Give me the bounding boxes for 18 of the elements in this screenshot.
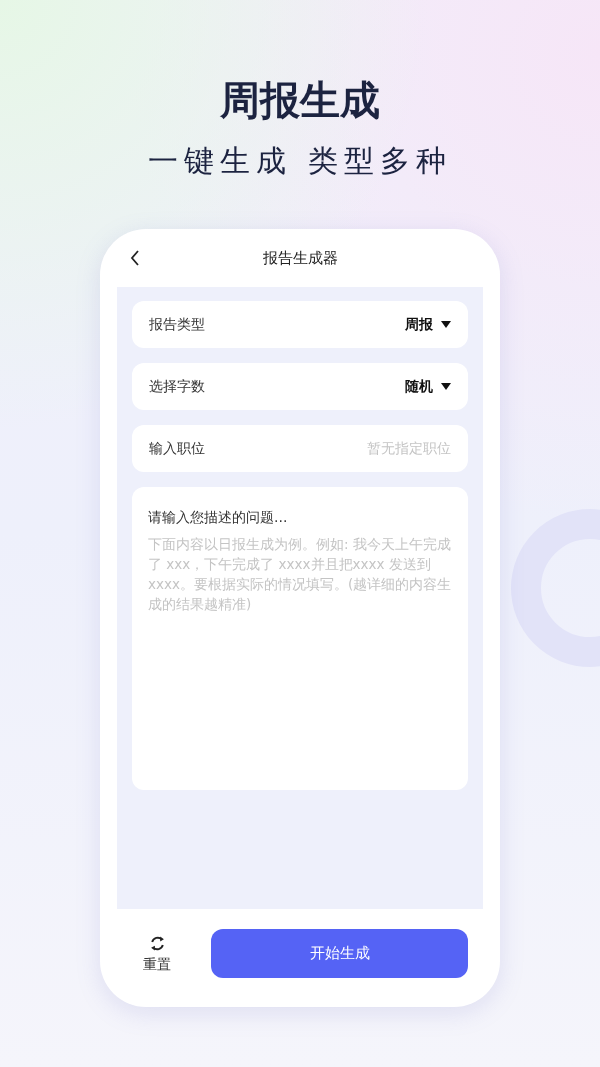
- select-value: 随机: [405, 377, 433, 396]
- subtitle: 一键生成 类型多种: [148, 146, 452, 176]
- description-label: 请输入您描述的问题...: [148, 508, 289, 527]
- field-label: 报告类型: [149, 315, 205, 334]
- headline: 周报生成: [220, 80, 380, 120]
- field-label: 选择字数: [149, 377, 205, 396]
- start-button[interactable]: 开始生成: [211, 929, 468, 978]
- dropdown-icon: [441, 383, 451, 390]
- select-field[interactable]: 报告类型 周报: [132, 301, 468, 348]
- field-label: 输入职位: [149, 439, 205, 458]
- dropdown-icon: [441, 321, 451, 328]
- refresh-icon: [148, 934, 166, 952]
- back-icon[interactable]: [130, 250, 140, 266]
- select-field[interactable]: 选择字数 随机: [132, 363, 468, 410]
- input-field[interactable]: 暂无指定职位: [291, 438, 451, 459]
- select-value: 周报: [405, 315, 433, 334]
- screen-title: 报告生成器: [262, 247, 339, 269]
- reset-button[interactable]: 重置: [143, 934, 171, 973]
